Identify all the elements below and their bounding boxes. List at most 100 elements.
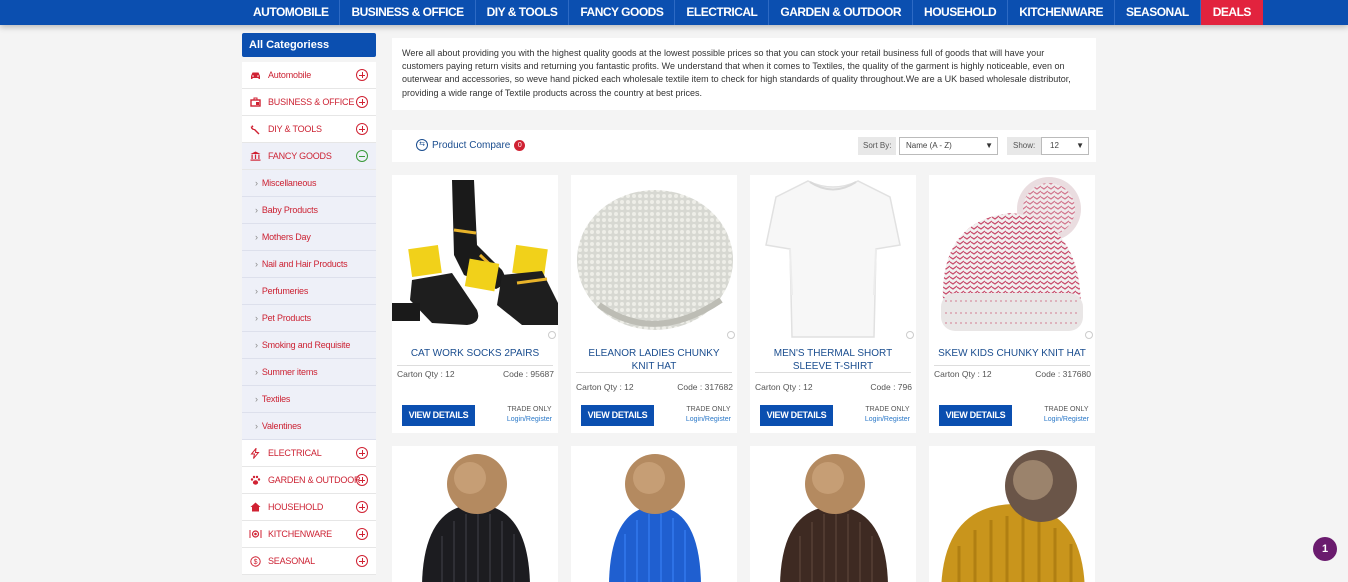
product-code: Code : 317680 [1035, 369, 1091, 379]
view-details-button[interactable]: VIEW DETAILS [581, 405, 654, 426]
subcategory-pet-products[interactable]: › Pet Products [242, 305, 376, 332]
expand-toggle[interactable] [356, 69, 368, 81]
subcategory-mothers-day[interactable]: › Mothers Day [242, 224, 376, 251]
product-card: CAT WORK SOCKS 2PAIRS Carton Qty : 12 Co… [392, 175, 558, 433]
divider [397, 365, 553, 366]
sort-select[interactable]: Name (A - Z) ▼ [899, 137, 998, 155]
help-chat-badge[interactable]: 1 [1313, 537, 1337, 561]
divider [576, 372, 732, 373]
expand-toggle[interactable] [356, 555, 368, 567]
nav-garden-outdoor[interactable]: GARDEN & OUTDOOR [769, 0, 914, 25]
nav-business-office[interactable]: BUSINESS & OFFICE [340, 0, 476, 25]
sidebar-item-electrical[interactable]: ELECTRICAL [242, 440, 376, 467]
sidebar-item-diy-tools[interactable]: DIY & TOOLS [242, 116, 376, 143]
view-details-button[interactable]: VIEW DETAILS [402, 405, 475, 426]
product-image-mustard-beanie[interactable] [929, 446, 1095, 582]
caret-down-icon: ▼ [985, 141, 993, 150]
caret-down-icon: ▼ [1076, 141, 1084, 150]
subcategory-smoking[interactable]: › Smoking and Requisite [242, 332, 376, 359]
product-image-brown-beanie[interactable] [750, 446, 916, 582]
chevron-right-icon: › [255, 232, 258, 242]
subcategory-nail-hair[interactable]: › Nail and Hair Products [242, 251, 376, 278]
product-code: Code : 796 [870, 382, 912, 392]
car-icon [242, 71, 268, 80]
sidebar-item-garden-outdoor[interactable]: GARDEN & OUTDOOR [242, 467, 376, 494]
product-image-black-beanie[interactable] [392, 446, 558, 582]
product-card [750, 446, 916, 582]
nav-diy-tools[interactable]: DIY & TOOLS [476, 0, 570, 25]
dollar-icon: $ [242, 555, 268, 567]
sort-label: Sort By: [858, 137, 897, 155]
collapse-toggle[interactable] [356, 150, 368, 162]
product-name[interactable]: SKEW KIDS CHUNKY KNIT HAT [935, 347, 1089, 360]
login-register-link[interactable]: Login/Register [507, 415, 552, 425]
carton-qty: Carton Qty : 12 [397, 369, 455, 379]
divider [755, 372, 911, 373]
briefcase-icon [242, 97, 268, 107]
sidebar-item-fancy-goods[interactable]: FANCY GOODS [242, 143, 376, 170]
lightning-icon [242, 447, 268, 459]
category-list: Automobile BUSINESS & OFFICE DIY & TOOLS… [242, 62, 376, 575]
subcategory-textiles[interactable]: › Textiles [242, 386, 376, 413]
product-card [392, 446, 558, 582]
trade-only-note: TRADE ONLY Login/Register [1043, 406, 1089, 425]
subcategory-miscellaneous[interactable]: › Miscellaneous [242, 170, 376, 197]
nav-seasonal[interactable]: SEASONAL [1115, 0, 1201, 25]
sidebar-item-kitchenware[interactable]: KITCHENWARE [242, 521, 376, 548]
image-next-icon[interactable] [906, 331, 914, 339]
nav-fancy-goods[interactable]: FANCY GOODS [569, 0, 676, 25]
subcategory-baby-products[interactable]: › Baby Products [242, 197, 376, 224]
image-next-icon[interactable] [548, 331, 556, 339]
login-register-link[interactable]: Login/Register [686, 415, 731, 425]
expand-toggle[interactable] [356, 96, 368, 108]
compare-label: Product Compare [432, 139, 511, 151]
nav-household[interactable]: HOUSEHOLD [913, 0, 1009, 25]
image-next-icon[interactable] [727, 331, 735, 339]
product-card: SKEW KIDS CHUNKY KNIT HAT Carton Qty : 1… [929, 175, 1095, 433]
product-card: MEN'S THERMAL SHORT SLEEVE T-SHIRT Carto… [750, 175, 916, 433]
trade-only-note: TRADE ONLY Login/Register [506, 406, 552, 425]
nav-deals[interactable]: DEALS [1200, 0, 1263, 25]
product-name[interactable]: CAT WORK SOCKS 2PAIRS [398, 347, 552, 360]
product-card: ELEANOR LADIES CHUNKY KNIT HAT Carton Qt… [571, 175, 737, 433]
product-compare-link[interactable]: ⇆ Product Compare 0 [416, 139, 526, 151]
image-next-icon[interactable] [1085, 331, 1093, 339]
view-details-button[interactable]: VIEW DETAILS [760, 405, 833, 426]
chevron-right-icon: › [255, 340, 258, 350]
login-register-link[interactable]: Login/Register [1044, 415, 1089, 425]
subcategory-summer-items[interactable]: › Summer items [242, 359, 376, 386]
expand-toggle[interactable] [356, 447, 368, 459]
expand-toggle[interactable] [356, 501, 368, 513]
compare-count-badge: 0 [514, 139, 526, 151]
divider [934, 365, 1090, 366]
expand-toggle[interactable] [356, 123, 368, 135]
subcategory-valentines[interactable]: › Valentines [242, 413, 376, 440]
product-image-t-shirt[interactable] [750, 175, 916, 340]
category-sidebar: All Categoriess Automobile BUSINESS & OF… [242, 33, 376, 575]
show-count-select[interactable]: 12 ▼ [1041, 137, 1089, 155]
expand-toggle[interactable] [356, 474, 368, 486]
dish-icon [242, 529, 268, 539]
sidebar-item-business-office[interactable]: BUSINESS & OFFICE [242, 89, 376, 116]
product-image-blue-beanie[interactable] [571, 446, 737, 582]
sidebar-item-seasonal[interactable]: $ SEASONAL [242, 548, 376, 575]
product-image-socks[interactable] [392, 175, 558, 340]
nav-electrical[interactable]: ELECTRICAL [675, 0, 770, 25]
expand-toggle[interactable] [356, 528, 368, 540]
top-nav: AUTOMOBILE BUSINESS & OFFICE DIY & TOOLS… [0, 0, 1348, 25]
subcategory-perfumeries[interactable]: › Perfumeries [242, 278, 376, 305]
product-image-knit-hat[interactable] [571, 175, 737, 340]
product-name[interactable]: ELEANOR LADIES CHUNKY KNIT HAT [577, 347, 731, 373]
chevron-right-icon: › [255, 394, 258, 404]
bank-icon [242, 151, 268, 161]
nav-automobile[interactable]: AUTOMOBILE [242, 0, 341, 25]
product-image-pom-hat[interactable] [929, 175, 1095, 340]
chevron-right-icon: › [255, 286, 258, 296]
product-code: Code : 317682 [677, 382, 733, 392]
login-register-link[interactable]: Login/Register [865, 415, 910, 425]
nav-kitchenware[interactable]: KITCHENWARE [1008, 0, 1116, 25]
sidebar-item-automobile[interactable]: Automobile [242, 62, 376, 89]
product-name[interactable]: MEN'S THERMAL SHORT SLEEVE T-SHIRT [756, 347, 910, 373]
view-details-button[interactable]: VIEW DETAILS [939, 405, 1012, 426]
sidebar-item-household[interactable]: HOUSEHOLD [242, 494, 376, 521]
